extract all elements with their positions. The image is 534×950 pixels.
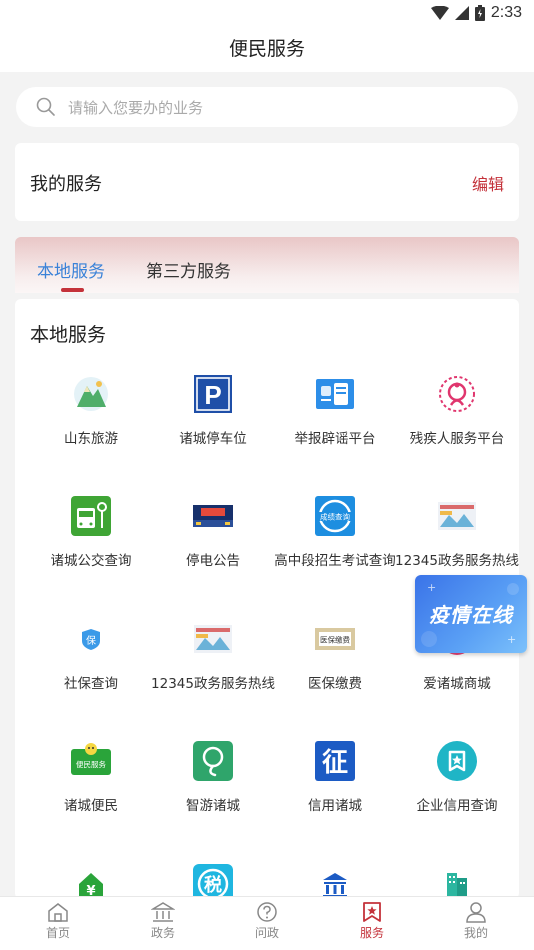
service-exam-query[interactable]: 成绩查询 高中段招生考试查询 — [272, 496, 398, 596]
service-shandong-tourism[interactable]: 山东旅游 — [28, 374, 154, 474]
tab-local-services[interactable]: 本地服务 — [37, 257, 105, 282]
service-label: 医保缴费 — [308, 676, 362, 692]
home-icon — [48, 903, 68, 922]
nav-profile[interactable]: 我的 — [446, 901, 506, 949]
service-label: 残疾人服务平台 — [409, 431, 505, 447]
service-12345-hotline-2[interactable]: 12345政务服务热线 — [150, 619, 276, 719]
svg-text:便民服务: 便民服务 — [76, 759, 106, 769]
service-label: 高中段招生考试查询 — [274, 553, 396, 569]
nav-label: 服务 — [359, 926, 384, 940]
service-tabs: 本地服务 第三方服务 — [15, 237, 519, 293]
mountain-icon — [74, 377, 108, 411]
page-title: 便民服务 — [228, 38, 305, 60]
service-enterprise-credit[interactable]: 企业信用查询 — [394, 741, 519, 841]
hotline-icon — [438, 502, 476, 530]
status-icons: 2:33 — [430, 4, 522, 22]
nav-service[interactable]: 服务 — [342, 901, 402, 949]
nav-label: 问政 — [254, 926, 279, 940]
service-power-notice[interactable]: 停电公告 — [150, 496, 276, 596]
service-label: 企业信用查询 — [416, 798, 498, 814]
my-services-title: 我的服务 — [30, 174, 102, 195]
disability-icon — [439, 376, 475, 412]
service-label: 诸城停车位 — [179, 431, 247, 447]
battery-icon — [474, 5, 485, 21]
service-label: 举报辟谣平台 — [294, 431, 376, 447]
service-bank[interactable] — [272, 864, 398, 899]
service-disability[interactable]: 残疾人服务平台 — [394, 374, 519, 474]
svg-text:+: + — [507, 633, 516, 646]
bottom-nav: 首页 政务 问政 服务 我的 — [0, 896, 534, 950]
svg-text:保: 保 — [86, 634, 96, 647]
tax-icon: 税 — [193, 864, 233, 899]
epidemic-online-banner[interactable]: + + 疫情在线 — [415, 575, 527, 653]
service-icon — [363, 902, 381, 922]
nav-government[interactable]: 政务 — [133, 901, 193, 949]
section-title: 本地服务 — [30, 324, 107, 346]
report-icon — [316, 379, 354, 409]
status-time: 2:33 — [490, 4, 522, 21]
svg-text:+: + — [427, 581, 436, 594]
building-icon — [447, 873, 467, 898]
search-input[interactable]: 请输入您要办的业务 — [16, 87, 518, 127]
svg-text:P: P — [204, 380, 221, 410]
svg-text:征: 征 — [322, 748, 348, 778]
nav-inquiry[interactable]: 问政 — [237, 901, 297, 949]
service-report-rumor[interactable]: 举报辟谣平台 — [272, 374, 398, 474]
government-icon — [151, 902, 175, 922]
hotline-icon — [194, 625, 232, 653]
svg-text:成绩查询: 成绩查询 — [320, 512, 350, 522]
service-label: 信用诸城 — [308, 798, 362, 814]
status-bar: 2:33 — [0, 0, 534, 28]
wifi-icon — [430, 6, 449, 20]
bus-icon — [71, 496, 111, 536]
exam-query-icon: 成绩查询 — [315, 496, 355, 536]
smart-tour-icon — [193, 741, 233, 781]
service-medical-insurance[interactable]: 医保缴费 医保缴费 — [272, 619, 398, 719]
service-label: 社保查询 — [64, 676, 118, 692]
medical-insurance-icon: 医保缴费 — [315, 628, 355, 650]
tab-indicator — [61, 288, 84, 292]
service-label: 爱诸城商城 — [423, 676, 491, 692]
service-label: 停电公告 — [186, 553, 240, 569]
housing-fund-icon: ¥ — [79, 873, 103, 899]
power-notice-icon — [193, 505, 233, 527]
tab-third-party-services[interactable]: 第三方服务 — [146, 257, 231, 282]
bank-icon — [323, 873, 347, 898]
nav-label: 首页 — [45, 926, 70, 940]
service-social-security[interactable]: 保 社保查询 — [28, 619, 154, 719]
service-parking[interactable]: P 诸城停车位 — [150, 374, 276, 474]
parking-icon: P — [194, 375, 232, 413]
credit-icon: 征 — [315, 741, 355, 781]
service-label: 诸城便民 — [64, 798, 118, 814]
service-tax[interactable]: 税 — [150, 864, 276, 899]
banner-text: 疫情在线 — [429, 603, 513, 627]
nav-label: 我的 — [463, 926, 488, 940]
service-label: 12345政务服务热线 — [151, 676, 275, 692]
convenience-icon: 便民服务 — [71, 743, 111, 775]
nav-home[interactable]: 首页 — [28, 901, 88, 949]
social-security-icon: 保 — [82, 629, 100, 650]
search-placeholder: 请输入您要办的业务 — [68, 98, 204, 117]
service-label: 山东旅游 — [64, 431, 118, 447]
service-label: 智游诸城 — [186, 798, 240, 814]
nav-label: 政务 — [150, 926, 175, 940]
search-icon — [36, 97, 55, 116]
question-icon — [257, 902, 277, 922]
service-smart-tour[interactable]: 智游诸城 — [150, 741, 276, 841]
service-credit[interactable]: 征 信用诸城 — [272, 741, 398, 841]
service-building[interactable] — [394, 864, 519, 899]
signal-icon — [454, 6, 469, 20]
service-convenience[interactable]: 便民服务 诸城便民 — [28, 741, 154, 841]
service-label: 诸城公交查询 — [50, 553, 132, 569]
service-housing-fund[interactable]: ¥ — [28, 864, 154, 899]
header: 便民服务 — [0, 28, 534, 72]
service-label: 12345政务服务热线 — [395, 553, 519, 569]
service-bus-query[interactable]: 诸城公交查询 — [28, 496, 154, 596]
edit-button[interactable]: 编辑 — [472, 171, 504, 195]
my-services-card: 我的服务 编辑 — [15, 143, 519, 221]
svg-text:税: 税 — [204, 874, 222, 896]
user-icon — [466, 902, 486, 923]
enterprise-credit-icon — [437, 741, 477, 781]
svg-text:医保缴费: 医保缴费 — [320, 635, 350, 645]
